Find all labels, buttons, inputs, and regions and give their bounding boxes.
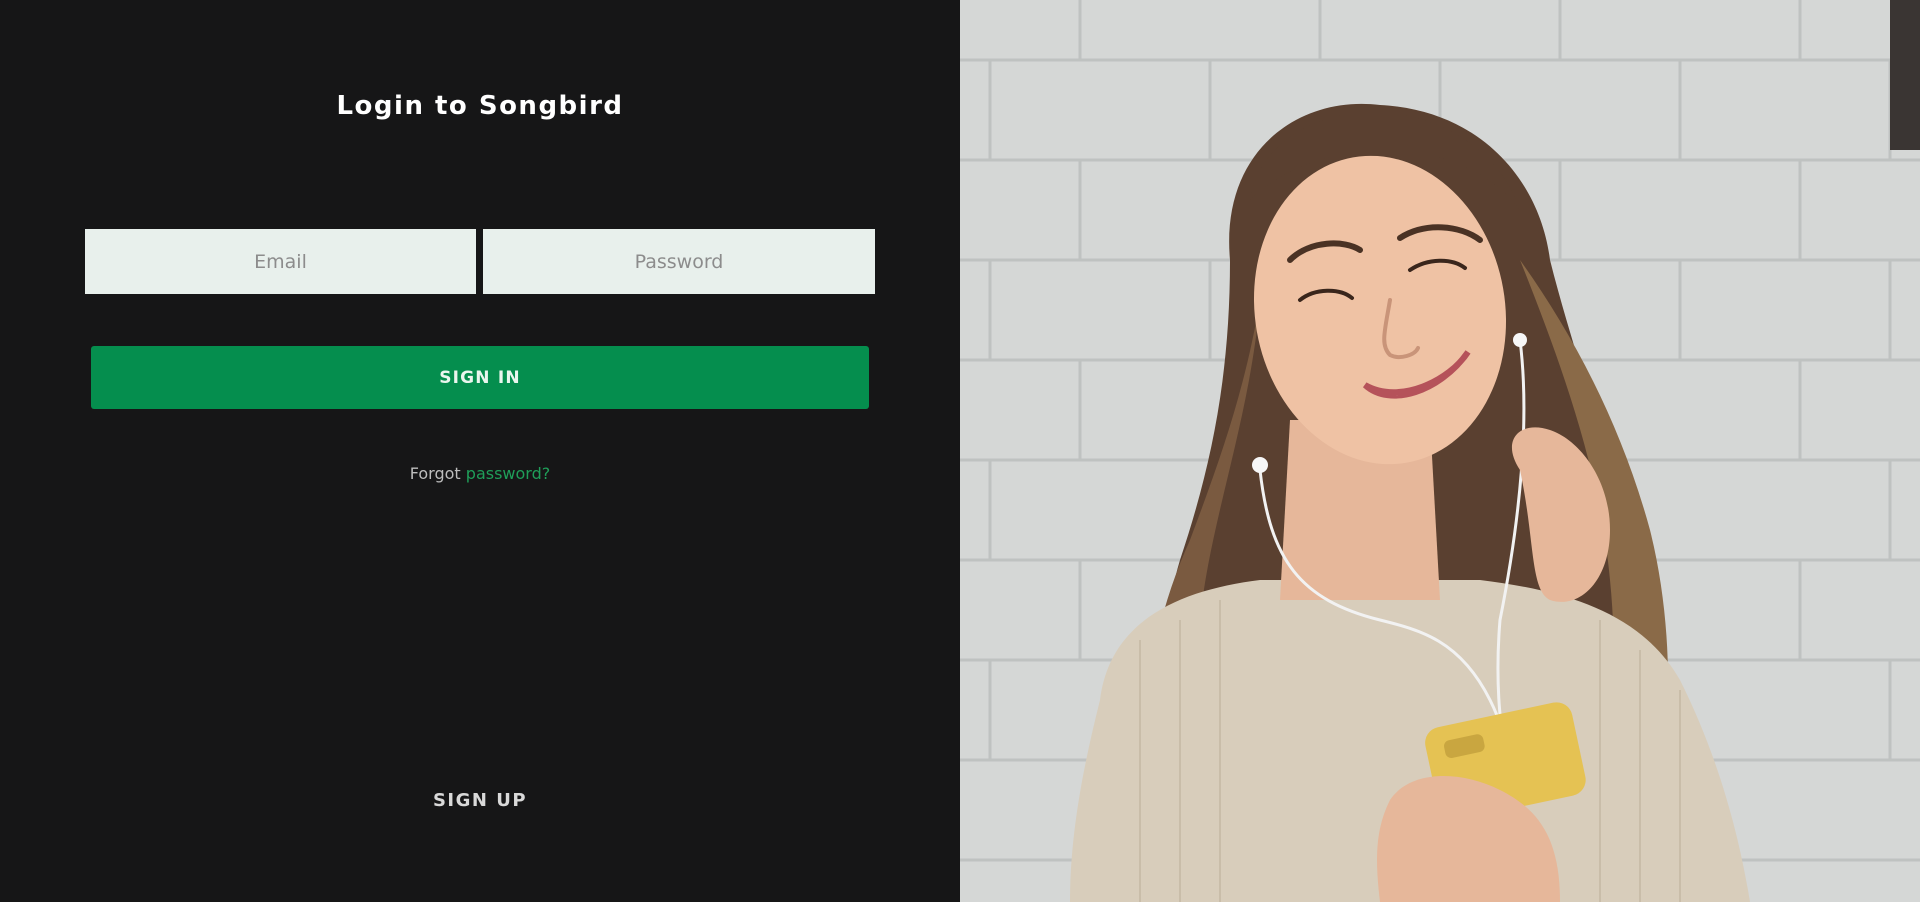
sign-up-link[interactable]: SIGN UP — [0, 790, 960, 811]
forgot-prefix: Forgot — [409, 464, 461, 483]
page-title: Login to Songbird — [336, 91, 624, 121]
login-page: Login to Songbird SIGN IN Forgot passwor… — [0, 0, 1920, 902]
forgot-password-link[interactable]: password? — [466, 464, 550, 483]
email-field[interactable] — [85, 229, 476, 294]
forgot-password-row: Forgot password? — [0, 464, 960, 483]
hero-image — [960, 0, 1920, 902]
login-panel: Login to Songbird SIGN IN Forgot passwor… — [0, 0, 960, 902]
woman-with-earphones-photo — [960, 0, 1920, 902]
sign-in-button[interactable]: SIGN IN — [91, 346, 869, 409]
password-field[interactable] — [483, 229, 875, 294]
